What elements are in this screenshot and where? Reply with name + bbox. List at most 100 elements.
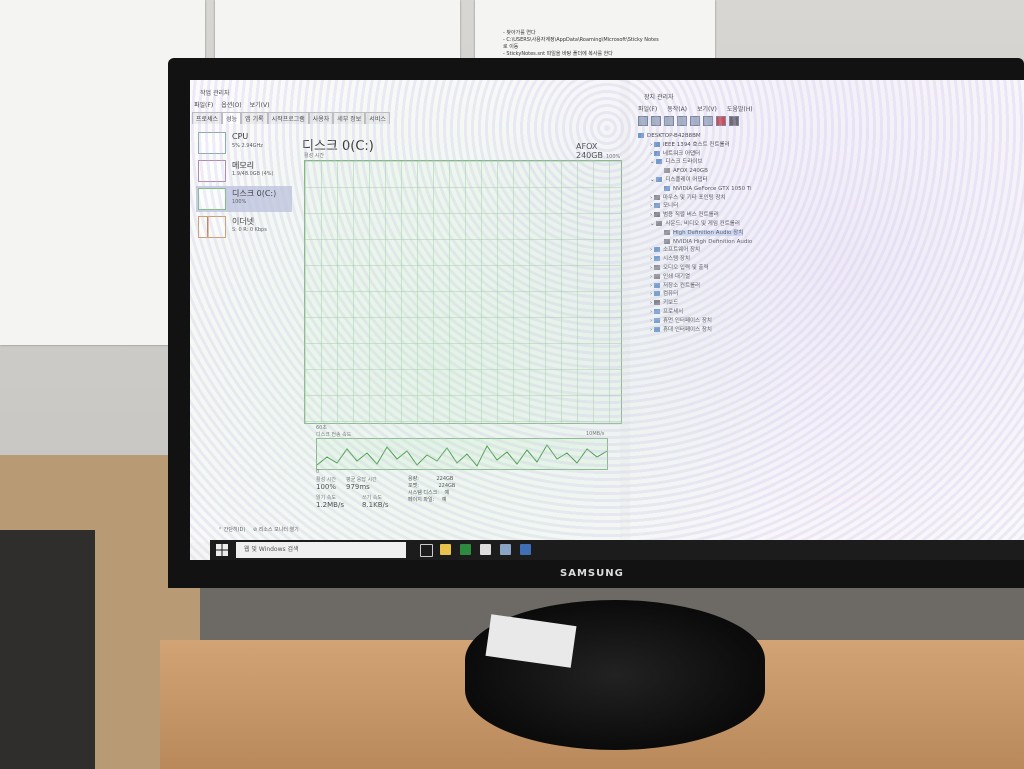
tree-node[interactable]: NVIDIA GeForce GTX 1050 Ti <box>638 185 1008 194</box>
tree-node[interactable]: › 프로세서 <box>638 308 1008 317</box>
properties-icon[interactable] <box>664 116 674 126</box>
audio-device-icon <box>664 238 670 244</box>
tree-node[interactable]: › 컴퓨터 <box>638 290 1008 299</box>
stat-details: 용량: 224GB 포맷: 224GB 시스템 디스크: 예 페이지 파일: 예 <box>408 476 456 503</box>
tab-details[interactable]: 세부 정보 <box>333 112 366 124</box>
tree-node[interactable]: › 범용 직렬 버스 컨트롤러 <box>638 211 1008 220</box>
app-icon[interactable] <box>480 544 491 555</box>
monitor-icon <box>653 203 660 209</box>
resource-memory[interactable]: 메모리 1.9/48.0GB (4%) <box>196 158 292 184</box>
collapse-icon[interactable]: ⌃ <box>218 527 222 533</box>
resource-monitor-icon: ⊘ <box>252 527 258 533</box>
task-manager-tabs: 프로세스 성능 앱 기록 시작프로그램 사용자 세부 정보 서비스 <box>192 112 390 124</box>
system-device-icon <box>653 256 660 262</box>
notes-line: - StickyNotes.snt 파일을 바탕 폴더에 복사를 한다 <box>503 51 613 57</box>
resource-value: 5% 2.94GHz <box>232 143 263 149</box>
active-time-graph <box>304 160 622 424</box>
tab-app-history[interactable]: 앱 기록 <box>241 112 268 124</box>
task-view-icon[interactable] <box>420 544 433 557</box>
ethernet-thumbnail <box>198 216 226 238</box>
dm-menu-help[interactable]: 도움말(H) <box>727 104 753 113</box>
tab-users[interactable]: 사용자 <box>308 112 334 124</box>
computer-icon <box>638 133 644 138</box>
forward-icon[interactable] <box>651 116 661 126</box>
tree-node[interactable]: › 모니터 <box>638 202 1008 211</box>
menu-file[interactable]: 파일(F) <box>194 100 213 109</box>
tree-node[interactable]: › 오디오 입력 및 출력 <box>638 264 1008 273</box>
device-manager-taskbar-icon[interactable] <box>520 544 531 555</box>
resource-monitor-link[interactable]: 리소스 모니터 열기 <box>259 527 299 533</box>
tree-node[interactable]: › 마우스 및 기타 포인팅 장치 <box>638 194 1008 203</box>
disk-thumbnail <box>198 188 226 210</box>
tree-node[interactable]: › 인쇄 대기열 <box>638 273 1008 282</box>
tree-node[interactable]: › 휴먼 인터페이스 장치 <box>638 317 1008 326</box>
tree-node[interactable]: ⌄ 사운드, 비디오 및 게임 컨트롤러 <box>638 220 1008 229</box>
device-tree: DESKTOP-B42B8BM › IEEE 1394 호스트 컨트롤러 › 네… <box>638 132 1008 334</box>
disk-icon <box>664 168 670 174</box>
device-manager-title: 장치 관리자 <box>644 94 674 101</box>
transfer-graph <box>316 438 608 470</box>
tree-node[interactable]: ⌄ 디스플레이 어댑터 <box>638 176 1008 185</box>
tree-node[interactable]: › 휴대 인터페이스 장치 <box>638 326 1008 335</box>
update-driver-icon[interactable] <box>703 116 713 126</box>
print-queue-icon <box>653 273 660 279</box>
dm-menu-action[interactable]: 동작(A) <box>667 104 687 113</box>
dm-menu-view[interactable]: 보기(V) <box>697 104 717 113</box>
tab-startup[interactable]: 시작프로그램 <box>267 112 309 124</box>
resource-name: CPU <box>232 132 249 141</box>
software-device-icon <box>653 247 660 253</box>
computer-icon <box>653 291 660 297</box>
menu-view[interactable]: 보기(V) <box>250 100 270 109</box>
excel-icon[interactable] <box>460 544 471 555</box>
taskbar-search-input[interactable]: 웹 및 Windows 검색 <box>236 542 406 558</box>
notes-line: 로 이동 <box>503 44 519 50</box>
tree-node-selected[interactable]: High Definition Audio 장치 <box>638 229 1008 238</box>
tree-node[interactable]: › 소프트웨어 장치 <box>638 246 1008 255</box>
uninstall-icon[interactable] <box>716 116 726 126</box>
tab-performance[interactable]: 성능 <box>222 112 242 124</box>
scan-icon[interactable] <box>690 116 700 126</box>
tree-node[interactable]: › 저장소 컨트롤러 <box>638 282 1008 291</box>
tree-node[interactable]: › 키보드 <box>638 299 1008 308</box>
audio-io-icon <box>653 264 660 270</box>
file-explorer-icon[interactable] <box>440 544 451 555</box>
menu-options[interactable]: 옵션(O) <box>221 100 241 109</box>
task-manager-title: 작업 관리자 <box>200 90 230 97</box>
task-manager-taskbar-icon[interactable] <box>500 544 511 555</box>
monitor-brand: SAMSUNG <box>560 568 624 579</box>
notes-line: - 찾아가를 연다 <box>503 30 536 36</box>
resource-ethernet[interactable]: 이더넷 S: 0 R: 0 Kbps <box>196 214 292 240</box>
windows-start-icon[interactable] <box>216 544 228 556</box>
tab-services[interactable]: 서비스 <box>365 112 390 124</box>
device-manager-menu: 파일(F) 동작(A) 보기(V) 도움말(H) <box>638 104 753 113</box>
tree-node[interactable]: DESKTOP-B42B8BM <box>638 132 1008 141</box>
task-manager-menu: 파일(F) 옵션(O) 보기(V) <box>194 100 269 109</box>
ieee1394-icon <box>653 141 660 147</box>
task-manager-footer: ⌃ 간단히(D) ⊘ 리소스 모니터 열기 <box>218 526 299 533</box>
cpu-thumbnail <box>198 132 226 154</box>
tree-node[interactable]: › 네트워크 어댑터 <box>638 150 1008 159</box>
hid-icon <box>653 317 660 323</box>
memory-thumbnail <box>198 160 226 182</box>
device-manager-window: 장치 관리자 파일(F) 동작(A) 보기(V) 도움말(H) DESKTOP-… <box>630 80 1024 542</box>
resource-name: 디스크 0(C:) <box>232 189 277 198</box>
graph-time: 60초 <box>316 425 327 431</box>
transfer-max: 10MB/s <box>586 431 605 437</box>
disable-icon[interactable] <box>729 116 739 126</box>
help-icon[interactable] <box>677 116 687 126</box>
taskbar: 웹 및 Windows 검색 <box>210 540 1024 560</box>
resource-value: 100% <box>232 199 247 205</box>
resource-cpu[interactable]: CPU 5% 2.94GHz <box>196 130 292 156</box>
brief-link[interactable]: 간단히(D) <box>224 527 246 533</box>
tree-node[interactable]: ⌄ 디스크 드라이브 <box>638 158 1008 167</box>
stat-response: 평균 응답 시간 979ms <box>346 477 377 491</box>
stat-active-time: 활성 시간 100% <box>316 477 337 491</box>
tree-node[interactable]: NVIDIA High Definition Audio <box>638 238 1008 247</box>
resource-disk[interactable]: 디스크 0(C:) 100% <box>196 186 292 212</box>
dm-menu-file[interactable]: 파일(F) <box>638 104 657 113</box>
tab-processes[interactable]: 프로세스 <box>192 112 223 124</box>
tree-node[interactable]: AFOX 240GB <box>638 167 1008 176</box>
tree-node[interactable]: › IEEE 1394 호스트 컨트롤러 <box>638 141 1008 150</box>
tree-node[interactable]: › 시스템 장치 <box>638 255 1008 264</box>
back-icon[interactable] <box>638 116 648 126</box>
